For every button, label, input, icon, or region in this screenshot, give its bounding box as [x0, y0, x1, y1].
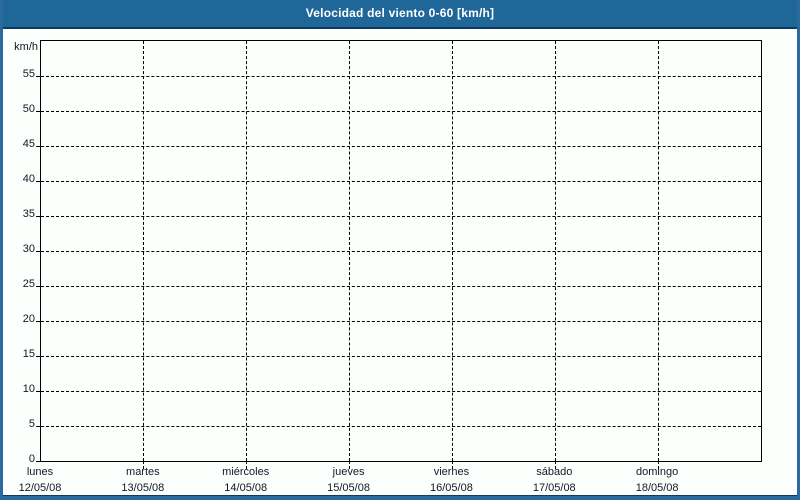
- y-grid-line: [41, 425, 761, 427]
- x-grid-line: [657, 41, 659, 461]
- y-axis-tick: [36, 355, 41, 357]
- x-grid-line: [554, 41, 556, 461]
- y-tick-label: 35: [22, 208, 35, 220]
- x-grid-line: [143, 41, 145, 461]
- x-grid-line: [246, 41, 248, 461]
- y-grid-line: [41, 355, 761, 357]
- x-date-label: 17/05/08: [532, 482, 576, 494]
- wind-speed-chart-panel: Velocidad del viento 0-60 [km/h] km/h 0 5…: [0, 0, 800, 500]
- x-day-label: domingo: [636, 466, 679, 478]
- y-axis-tick: [36, 425, 41, 427]
- y-tick-label: 10: [22, 383, 35, 395]
- x-date-label: 15/05/08: [327, 482, 370, 494]
- chart-title-bar: Velocidad del viento 0-60 [km/h]: [0, 0, 800, 29]
- y-grid-line: [41, 215, 761, 217]
- y-tick-label: 45: [22, 138, 35, 150]
- y-tick-label: 50: [22, 103, 35, 115]
- plot-area: [36, 40, 762, 469]
- x-day-label: miércoles: [222, 466, 270, 478]
- y-grid-line: [41, 145, 761, 147]
- x-date-label: 18/05/08: [635, 482, 679, 494]
- x-date-label: 14/05/08: [224, 482, 268, 494]
- x-day-label: viernes: [433, 466, 470, 478]
- y-axis-tick: [36, 110, 41, 112]
- chart-title: Velocidad del viento 0-60 [km/h]: [305, 6, 495, 20]
- x-grid-line: [349, 41, 351, 461]
- y-axis-tick: [36, 390, 41, 392]
- y-axis-tick: [36, 215, 41, 217]
- x-date-label: 12/05/08: [18, 482, 62, 494]
- y-grid-line: [41, 250, 761, 252]
- x-day-label: jueves: [332, 466, 365, 478]
- x-day-label: sábado: [536, 466, 573, 478]
- y-axis-tick: [36, 145, 41, 147]
- y-grid-line: [41, 110, 761, 112]
- y-grid-line: [41, 320, 761, 322]
- y-axis-tick: [36, 180, 41, 182]
- y-grid-line: [41, 390, 761, 392]
- x-date-label: 13/05/08: [121, 482, 165, 494]
- y-axis-tick: [36, 285, 41, 287]
- y-grid-line: [41, 75, 761, 77]
- y-axis-tick: [36, 75, 41, 77]
- y-axis-tick: [36, 460, 41, 462]
- x-day-label: martes: [126, 466, 160, 478]
- y-tick-label: 5: [28, 418, 35, 430]
- y-tick-label: 30: [22, 243, 35, 255]
- y-grid-line: [41, 285, 761, 287]
- x-day-label: lunes: [26, 466, 54, 478]
- y-tick-label: 15: [22, 348, 35, 360]
- panel-border-bottom: [0, 496, 800, 500]
- x-date-label: 16/05/08: [430, 482, 473, 494]
- x-grid-line: [451, 41, 453, 461]
- y-tick-label: 0: [28, 453, 35, 465]
- y-tick-label: 20: [22, 313, 35, 325]
- y-grid-line: [41, 180, 761, 182]
- y-tick-label: 25: [22, 278, 35, 290]
- y-tick-label: 55: [22, 68, 35, 80]
- y-axis-tick: [36, 250, 41, 252]
- y-axis-unit-label: km/h: [14, 41, 38, 53]
- y-axis-tick: [36, 320, 41, 322]
- y-tick-label: 40: [22, 173, 35, 185]
